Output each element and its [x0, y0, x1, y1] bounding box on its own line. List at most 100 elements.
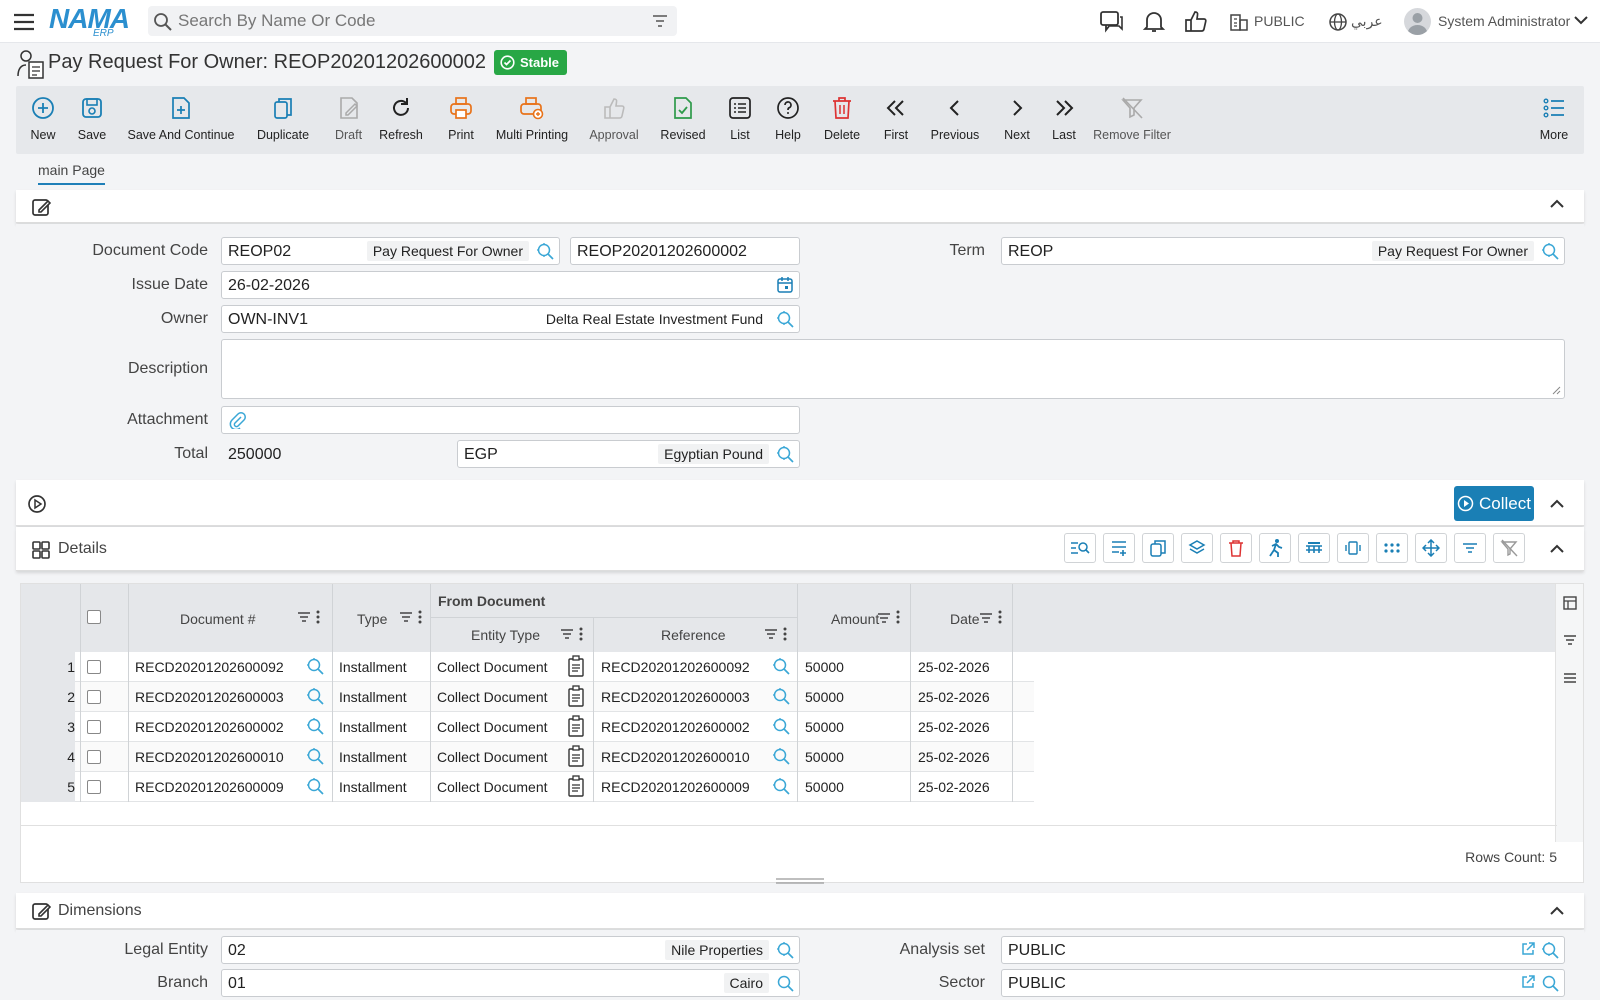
- col-type-menu-icon[interactable]: [418, 610, 422, 624]
- legal-entity-field[interactable]: 02 Nile Properties: [221, 936, 800, 964]
- col-document-header[interactable]: Document #: [180, 611, 255, 627]
- select-all-checkbox[interactable]: [87, 610, 101, 624]
- resize-grip-icon[interactable]: [776, 878, 824, 884]
- filter-icon[interactable]: [1454, 533, 1486, 563]
- remove-filter-button[interactable]: Remove Filter: [1093, 86, 1171, 154]
- save-button[interactable]: Save: [77, 86, 107, 154]
- lookup-search-icon[interactable]: [306, 777, 324, 795]
- row-checkbox[interactable]: [87, 660, 101, 674]
- table-row[interactable]: 5 RECD20201202600009 Installment Collect Do…: [21, 772, 1034, 802]
- lookup-search-icon[interactable]: [306, 717, 324, 735]
- sector-field[interactable]: PUBLIC: [1001, 969, 1565, 997]
- row-checkbox[interactable]: [87, 720, 101, 734]
- branch-field[interactable]: 01 Cairo: [221, 969, 800, 997]
- col-document-filter-icon[interactable]: [297, 611, 311, 623]
- bridge-icon[interactable]: [1298, 533, 1330, 563]
- menu-lines-icon[interactable]: [1563, 672, 1577, 684]
- owner-field[interactable]: OWN-INV1 Delta Real Estate Investment Fu…: [221, 305, 800, 333]
- lookup-search-icon[interactable]: [306, 687, 324, 705]
- collapse-icon[interactable]: [1550, 499, 1564, 509]
- document-number-field[interactable]: REOP20201202600002: [570, 237, 800, 265]
- lookup-search-icon[interactable]: [306, 747, 324, 765]
- bell-icon[interactable]: [1141, 9, 1167, 35]
- clipboard-document-icon[interactable]: [566, 745, 586, 767]
- collapse-icon[interactable]: [1550, 544, 1564, 554]
- more-button[interactable]: More: [1538, 86, 1570, 154]
- collect-button[interactable]: Collect: [1454, 486, 1534, 521]
- table-row[interactable]: 1 RECD20201202600092 Installment Collect Do…: [21, 652, 1034, 682]
- col-amount-filter-icon[interactable]: [877, 612, 891, 624]
- list-button[interactable]: List: [727, 86, 753, 154]
- analysis-set-field[interactable]: PUBLIC: [1001, 936, 1565, 964]
- lookup-search-icon[interactable]: [772, 777, 790, 795]
- issue-date-field[interactable]: 26-02-2026: [221, 271, 800, 299]
- col-entity-menu-icon[interactable]: [579, 627, 583, 641]
- frame-icon[interactable]: [1337, 533, 1369, 563]
- open-external-icon[interactable]: [1520, 974, 1536, 990]
- calendar-icon[interactable]: [776, 276, 794, 294]
- col-reference-menu-icon[interactable]: [783, 627, 787, 641]
- layers-icon[interactable]: [1181, 533, 1213, 563]
- resize-handle-icon[interactable]: [1551, 385, 1561, 395]
- description-textarea[interactable]: [221, 339, 1565, 399]
- new-button[interactable]: New: [29, 86, 57, 154]
- col-type-header[interactable]: Type: [357, 611, 387, 627]
- language-switch[interactable]: عربي: [1351, 13, 1383, 30]
- col-reference-filter-icon[interactable]: [764, 628, 778, 640]
- clipboard-document-icon[interactable]: [566, 655, 586, 677]
- lookup-search-icon[interactable]: [776, 974, 794, 992]
- menu-icon[interactable]: [12, 10, 36, 34]
- lookup-search-icon[interactable]: [1541, 242, 1559, 260]
- collapse-icon[interactable]: [1550, 906, 1564, 916]
- print-button[interactable]: Print: [446, 86, 476, 154]
- table-row[interactable]: 3 RECD20201202600002 Installment Collect Do…: [21, 712, 1034, 742]
- nama-logo[interactable]: NAMA ERP: [49, 4, 131, 40]
- col-entity-type-header[interactable]: Entity Type: [471, 627, 540, 643]
- row-checkbox[interactable]: [87, 780, 101, 794]
- col-reference-header[interactable]: Reference: [661, 627, 726, 643]
- col-entity-filter-icon[interactable]: [560, 628, 574, 640]
- approval-button[interactable]: Approval: [589, 86, 639, 154]
- user-name[interactable]: System Administrator: [1438, 13, 1570, 29]
- document-code-field[interactable]: REOP02 Pay Request For Owner: [221, 237, 560, 265]
- table-row[interactable]: 4 RECD20201202600010 Installment Collect Do…: [21, 742, 1034, 772]
- paperclip-icon[interactable]: [228, 411, 246, 429]
- open-external-icon[interactable]: [1520, 941, 1536, 957]
- draft-button[interactable]: Draft: [331, 86, 366, 154]
- last-record-button[interactable]: Last: [1049, 86, 1079, 154]
- delete-button[interactable]: Delete: [824, 86, 860, 154]
- dots-grid-icon[interactable]: [1376, 533, 1408, 563]
- thumbs-up-icon[interactable]: [1183, 9, 1209, 35]
- table-row[interactable]: 2 RECD20201202600003 Installment Collect Do…: [21, 682, 1034, 712]
- refresh-button[interactable]: Refresh: [379, 86, 423, 154]
- col-document-menu-icon[interactable]: [316, 610, 320, 624]
- run-icon[interactable]: [1259, 533, 1291, 563]
- filter-icon[interactable]: [651, 12, 669, 30]
- lookup-search-icon[interactable]: [1541, 941, 1559, 959]
- lookup-search-icon[interactable]: [772, 747, 790, 765]
- col-type-filter-icon[interactable]: [399, 611, 413, 623]
- duplicate-button[interactable]: Duplicate: [257, 86, 309, 154]
- search-input[interactable]: [178, 6, 638, 36]
- help-button[interactable]: Help: [774, 86, 802, 154]
- row-checkbox[interactable]: [87, 750, 101, 764]
- currency-field[interactable]: EGP Egyptian Pound: [457, 440, 800, 468]
- lookup-search-icon[interactable]: [772, 657, 790, 675]
- clipboard-document-icon[interactable]: [566, 775, 586, 797]
- term-field[interactable]: REOP Pay Request For Owner: [1001, 237, 1565, 265]
- col-date-filter-icon[interactable]: [979, 612, 993, 624]
- lookup-search-icon[interactable]: [1541, 974, 1559, 992]
- filters-panel-icon[interactable]: [1563, 634, 1577, 646]
- clipboard-document-icon[interactable]: [566, 715, 586, 737]
- save-and-continue-button[interactable]: Save And Continue: [127, 86, 235, 154]
- col-amount-menu-icon[interactable]: [896, 610, 900, 624]
- delete-rows-icon[interactable]: [1220, 533, 1252, 563]
- chevron-down-icon[interactable]: [1574, 15, 1600, 41]
- first-record-button[interactable]: First: [881, 86, 911, 154]
- lookup-search-icon[interactable]: [306, 657, 324, 675]
- lookup-search-icon[interactable]: [536, 242, 554, 260]
- collapse-icon[interactable]: [1550, 199, 1564, 209]
- move-icon[interactable]: [1415, 533, 1447, 563]
- lookup-search-icon[interactable]: [776, 310, 794, 328]
- lookup-search-icon[interactable]: [776, 445, 794, 463]
